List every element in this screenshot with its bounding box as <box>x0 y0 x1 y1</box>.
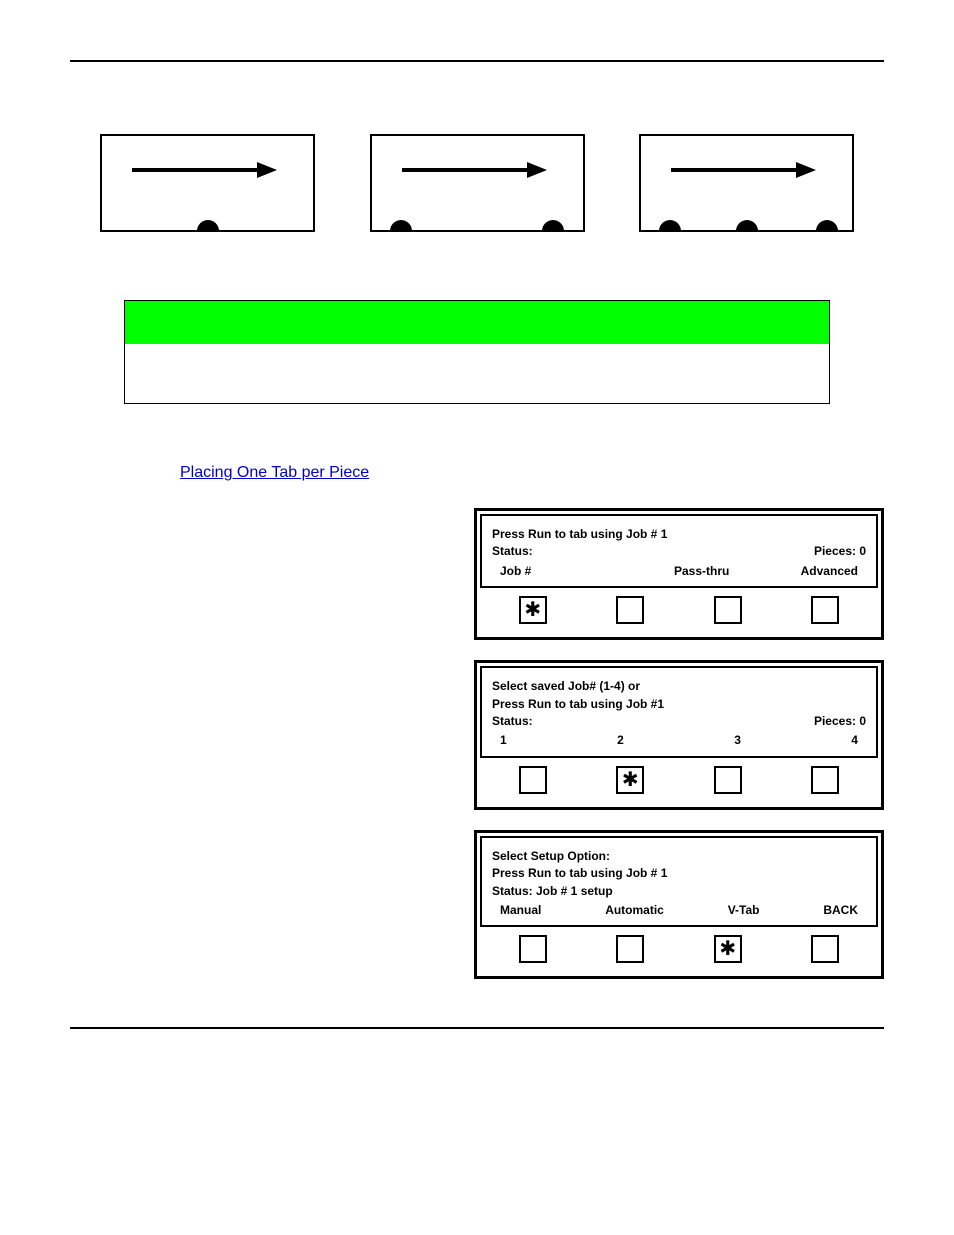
lcd-column: Press Run to tab using Job # 1 Status: P… <box>474 508 884 999</box>
lcd-option: Advanced <box>801 563 858 580</box>
arrow-icon <box>402 160 552 180</box>
diagram-2tab <box>370 134 585 232</box>
soft-button-1[interactable] <box>519 766 547 794</box>
soft-button-4[interactable] <box>811 596 839 624</box>
caption-2: 2 tabs: Adjust Heads 1 and 3 (Head 2 off… <box>370 242 585 270</box>
footer-left: Rena Systems Inc. rev. 8/2008 <box>70 1033 206 1044</box>
button-row: ✱ <box>480 927 878 973</box>
lcd-option: BACK <box>823 902 858 919</box>
tab-hump <box>736 220 758 231</box>
lcd-job-select: Select saved Job# (1-4) or Press Run to … <box>474 660 884 810</box>
tab-hump <box>542 220 564 231</box>
tab-hump <box>816 220 838 231</box>
soft-button-3[interactable] <box>714 766 742 794</box>
lcd-line: Press Run to tab using Job # 1 <box>492 865 866 882</box>
caption-1: 1 tab: Adjust Head 3 (Heads 1 and 2 off) <box>100 242 315 270</box>
section-title: Tab Count and Placement <box>70 92 884 114</box>
status-label: Status: <box>492 713 533 730</box>
lcd-line: Select saved Job# (1-4) or <box>492 678 866 695</box>
steps-column: In the Main Menu, select Advanced. In th… <box>70 508 450 795</box>
lcd-option: 3 <box>734 732 741 749</box>
lcd-option: 4 <box>851 732 858 749</box>
pieces-label: Pieces: 0 <box>814 543 866 560</box>
lcd-option: Pass-thru <box>674 563 729 580</box>
diagram-3tab <box>639 134 854 232</box>
lcd-main-menu: Press Run to tab using Job # 1 Status: P… <box>474 508 884 640</box>
arrow-icon <box>132 160 282 180</box>
page-header: SECTION 3 Basic Job Setup <box>70 40 884 62</box>
lcd-option: 1 <box>500 732 507 749</box>
tip-header: Tip <box>125 301 829 344</box>
soft-button-2[interactable]: ✱ <box>616 766 644 794</box>
soft-button-3[interactable]: ✱ <box>714 935 742 963</box>
reference-line: See "Adjusting the Heads for Tab Placeme… <box>70 438 884 456</box>
reference-link[interactable]: Placing One Tab per Piece <box>180 464 884 482</box>
diagram-1tab <box>100 134 315 232</box>
soft-button-2[interactable] <box>616 935 644 963</box>
star-icon: ✱ <box>524 600 541 620</box>
soft-button-4[interactable] <box>811 766 839 794</box>
lcd-option: Manual <box>500 902 541 919</box>
button-row: ✱ <box>480 588 878 634</box>
lcd-screen: Select saved Job# (1-4) or Press Run to … <box>480 666 878 758</box>
step-1: In the Main Menu, select Advanced. <box>70 508 450 527</box>
soft-button-3[interactable] <box>714 596 742 624</box>
star-icon: ✱ <box>719 939 736 959</box>
step-3: In the Select Setup Option screen, selec… <box>70 754 450 773</box>
lcd-line: Press Run to tab using Job #1 <box>492 696 866 713</box>
lcd-screen: Press Run to tab using Job # 1 Status: P… <box>480 514 878 588</box>
lcd-option: Automatic <box>605 902 664 919</box>
status-label: Status: <box>492 543 533 560</box>
lcd-option: V-Tab <box>728 902 760 919</box>
soft-button-1[interactable] <box>519 935 547 963</box>
header-left: SECTION 3 <box>70 40 133 54</box>
lcd-screen: Select Setup Option: Press Run to tab us… <box>480 836 878 928</box>
soft-button-1[interactable]: ✱ <box>519 596 547 624</box>
lcd-line: Status: Job # 1 setup <box>492 883 866 900</box>
lcd-option: Job # <box>500 563 531 580</box>
button-row: ✱ <box>480 758 878 804</box>
diagram-row <box>100 134 854 232</box>
star-icon: ✱ <box>622 770 639 790</box>
lcd-line: Select Setup Option: <box>492 848 866 865</box>
caption-3: 3 tabs: Adjust Heads 1, 2, and 3 <box>639 242 854 270</box>
diagram-captions: 1 tab: Adjust Head 3 (Heads 1 and 2 off)… <box>100 242 854 270</box>
tab-hump <box>659 220 681 231</box>
lcd-line: Press Run to tab using Job # 1 <box>492 526 866 543</box>
tab-hump <box>390 220 412 231</box>
pieces-label: Pieces: 0 <box>814 713 866 730</box>
lcd-option: 2 <box>617 732 624 749</box>
arrow-icon <box>671 160 821 180</box>
tip-body: The V-Tab setup procedure does not suppo… <box>125 344 829 403</box>
tip-box: Tip The V-Tab setup procedure does not s… <box>124 300 830 404</box>
page-footer: Rena Systems Inc. rev. 8/2008 T-750 User… <box>70 1027 884 1044</box>
soft-button-4[interactable] <box>811 935 839 963</box>
header-right: Basic Job Setup <box>797 40 884 54</box>
step-2: In the Job # screen, select 1. <box>70 625 450 644</box>
lcd-setup-option: Select Setup Option: Press Run to tab us… <box>474 830 884 980</box>
soft-button-2[interactable] <box>616 596 644 624</box>
tab-hump <box>197 220 219 231</box>
footer-right: T-750 User Guide page 39 <box>766 1033 884 1044</box>
